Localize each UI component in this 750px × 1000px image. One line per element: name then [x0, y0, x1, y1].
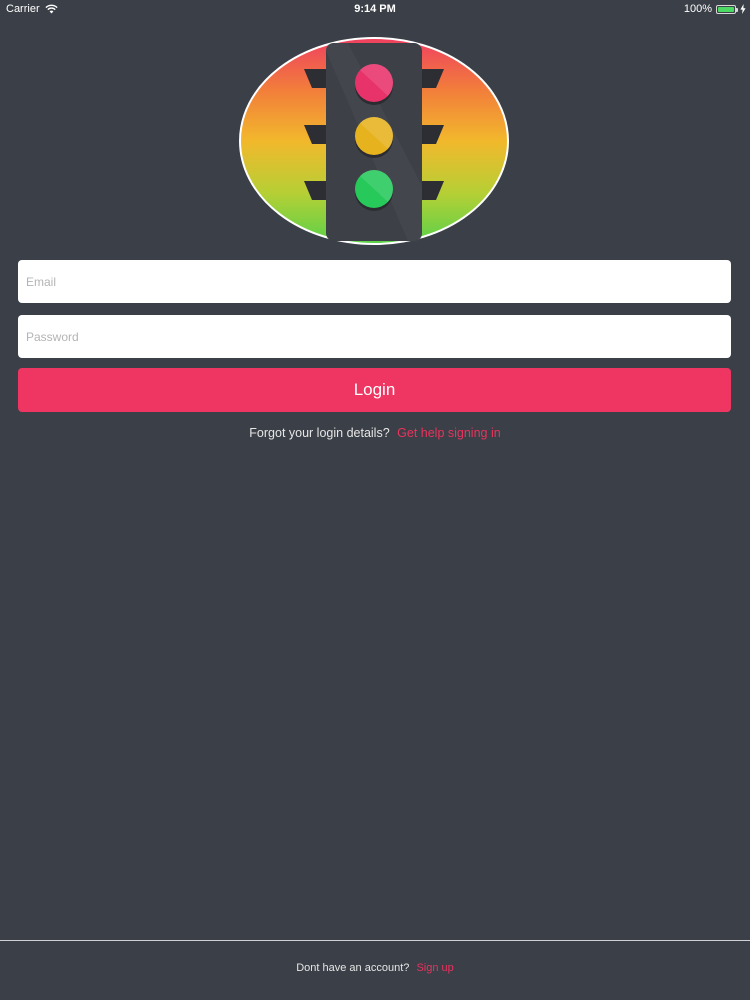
- email-field[interactable]: [18, 260, 731, 303]
- forgot-login-row: Forgot your login details? Get help sign…: [0, 426, 750, 440]
- forgot-login-text: Forgot your login details?: [249, 426, 390, 440]
- signup-row: Dont have an account? Sign up: [0, 962, 750, 974]
- charging-bolt-icon: [740, 4, 746, 14]
- battery-icon: [716, 4, 738, 14]
- status-bar: Carrier 9:14 PM 100%: [0, 0, 750, 20]
- sign-up-link[interactable]: Sign up: [416, 962, 453, 974]
- login-button[interactable]: Login: [18, 368, 731, 412]
- battery-percent: 100%: [683, 3, 712, 15]
- traffic-light-logo: [239, 37, 509, 245]
- footer-divider: [0, 940, 750, 941]
- battery-fill: [718, 6, 734, 12]
- get-help-link[interactable]: Get help signing in: [397, 426, 501, 440]
- password-field[interactable]: [18, 315, 731, 358]
- no-account-text: Dont have an account?: [296, 962, 410, 974]
- status-right: 100%: [684, 3, 746, 15]
- status-time: 9:14 PM: [354, 3, 396, 15]
